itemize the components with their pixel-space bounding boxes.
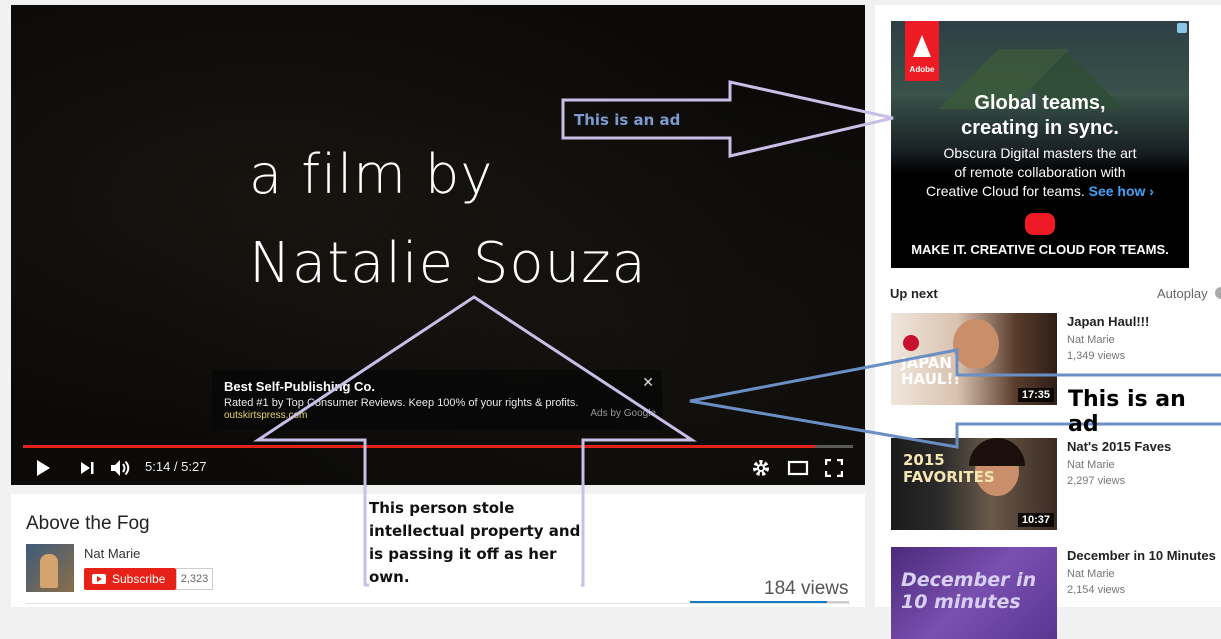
overlay-ad[interactable]: Best Self-Publishing Co. Rated #1 by Top… xyxy=(212,370,662,430)
adobe-logo-text: Adobe xyxy=(909,65,935,74)
banner-ad-headline-line1: Global teams, xyxy=(974,92,1106,114)
time-readout: 5:14 / 5:27 xyxy=(145,459,207,474)
banner-ad-body-line3-text: Creative Cloud for teams. xyxy=(926,183,1085,199)
theater-mode-icon[interactable] xyxy=(786,458,810,478)
banner-ad-body-line2: of remote collaboration with xyxy=(954,164,1126,180)
thumbnail-caption: 2015 FAVORITES xyxy=(903,451,995,486)
subscriber-count: 2,323 xyxy=(176,568,213,590)
banner-ad-footer: MAKE IT. CREATIVE CLOUD FOR TEAMS. xyxy=(911,242,1169,257)
banner-ad-headline: Global teams, creating in sync. xyxy=(891,91,1189,141)
video-duration: 17:35 xyxy=(1017,388,1054,402)
close-icon[interactable]: ✕ xyxy=(642,374,654,391)
volume-icon[interactable] xyxy=(110,458,132,478)
video-thumbnail[interactable]: JAPAN HAUL!! 17:35 xyxy=(891,313,1057,405)
overlay-ad-url[interactable]: outskirtspress.com xyxy=(224,410,307,421)
view-count: 1,349 views xyxy=(1067,350,1126,362)
video-title: Above the Fog xyxy=(26,513,150,534)
adobe-a-icon xyxy=(913,35,931,57)
banner-ad[interactable]: Adobe Global teams, creating in sync. Ob… xyxy=(891,21,1189,268)
youtube-logo-icon xyxy=(92,574,106,584)
subscribe-button[interactable]: Subscribe xyxy=(84,568,176,590)
view-count: 2,297 views xyxy=(1067,475,1126,487)
banner-ad-body-line1: Obscura Digital masters the art xyxy=(943,145,1137,161)
banner-ad-body-line3: Creative Cloud for teams. See how › xyxy=(891,182,1189,201)
video-title[interactable]: Japan Haul!!! xyxy=(1067,314,1149,329)
channel-name[interactable]: Nat Marie xyxy=(1067,459,1115,471)
channel-name[interactable]: Nat Marie xyxy=(1067,334,1115,346)
channel-name[interactable]: Nat Marie xyxy=(84,546,140,561)
video-thumbnail[interactable]: 2015 FAVORITES 10:37 xyxy=(891,438,1057,530)
thumbnail-hair xyxy=(969,438,1025,466)
fullscreen-icon[interactable] xyxy=(823,458,845,478)
annotation-ip-note: This person stole intellectual property … xyxy=(369,497,581,589)
next-icon[interactable] xyxy=(77,458,97,478)
japan-flag-icon xyxy=(903,335,919,351)
ads-by-google-label[interactable]: Ads by Google xyxy=(590,408,656,419)
list-item[interactable]: December in 10 minutes December in 10 Mi… xyxy=(891,547,1221,639)
video-title[interactable]: Nat's 2015 Faves xyxy=(1067,439,1171,454)
thumbnail-caption: JAPAN HAUL!! xyxy=(901,354,961,388)
avatar[interactable] xyxy=(26,544,74,592)
banner-ad-body: Obscura Digital masters the art of remot… xyxy=(891,144,1189,201)
view-count: 184 views xyxy=(764,578,849,599)
progress-bar[interactable] xyxy=(23,445,853,448)
overlay-ad-description: Rated #1 by Top Consumer Reviews. Keep 1… xyxy=(224,397,579,409)
list-item[interactable]: 2015 FAVORITES 10:37 Nat's 2015 Faves Na… xyxy=(891,438,1221,530)
adobe-logo: Adobe xyxy=(905,21,939,81)
divider xyxy=(26,603,850,604)
see-how-link[interactable]: See how › xyxy=(1089,183,1154,199)
video-duration: 10:37 xyxy=(1017,513,1054,527)
annotation-ad-note-top: This is an ad xyxy=(574,111,681,129)
progress-bar-fill xyxy=(23,445,815,448)
view-count: 2,154 views xyxy=(1067,584,1126,596)
settings-icon[interactable] xyxy=(751,458,771,478)
player-controls: 5:14 / 5:27 xyxy=(11,453,865,483)
sidebar: Adobe Global teams, creating in sync. Ob… xyxy=(875,5,1221,639)
video-thumbnail[interactable]: December in 10 minutes xyxy=(891,547,1057,639)
annotation-ad-note-side: This is an ad xyxy=(1064,387,1221,437)
avatar-figure xyxy=(40,554,58,588)
up-next-label: Up next xyxy=(890,286,938,301)
adchoices-icon[interactable] xyxy=(1177,23,1187,33)
subscribe-label: Subscribe xyxy=(112,572,166,586)
creative-cloud-icon xyxy=(1025,213,1055,235)
autoplay-toggle[interactable] xyxy=(1215,287,1221,299)
banner-ad-headline-line2: creating in sync. xyxy=(961,117,1119,139)
overlay-ad-title[interactable]: Best Self-Publishing Co. xyxy=(224,379,375,394)
film-credit-line1: a film by xyxy=(249,143,494,206)
channel-name[interactable]: Nat Marie xyxy=(1067,568,1115,580)
autoplay-label: Autoplay xyxy=(1157,286,1208,301)
video-player[interactable]: a film by Natalie Souza Best Self-Publis… xyxy=(11,5,865,485)
film-credit-line2: Natalie Souza xyxy=(249,231,647,296)
thumbnail-caption: December in 10 minutes xyxy=(901,569,1037,613)
video-title[interactable]: December in 10 Minutes xyxy=(1067,548,1216,563)
play-icon[interactable] xyxy=(33,458,53,478)
